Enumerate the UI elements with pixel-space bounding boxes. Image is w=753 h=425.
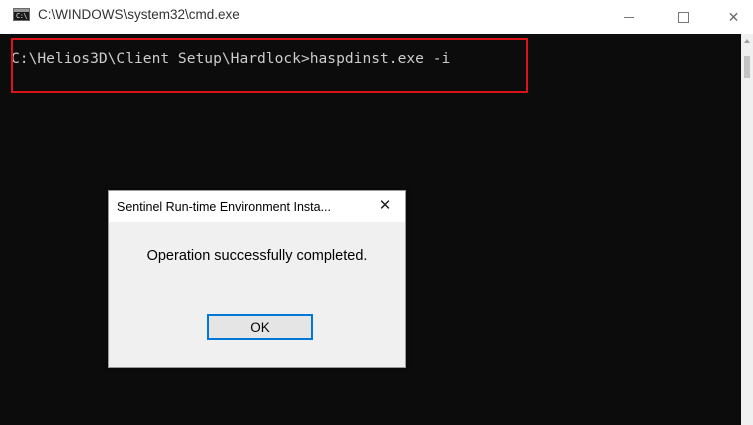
dialog-message: Operation successfully completed. xyxy=(146,248,368,264)
scroll-thumb[interactable] xyxy=(744,56,750,78)
command-highlight-box xyxy=(11,38,528,93)
minimize-button[interactable] xyxy=(606,0,652,34)
close-icon: ✕ xyxy=(727,8,740,25)
close-button[interactable]: ✕ xyxy=(714,0,753,34)
dialog-titlebar: Sentinel Run-time Environment Insta... ✕ xyxy=(109,191,405,222)
maximize-icon xyxy=(677,11,689,23)
vertical-scrollbar[interactable] xyxy=(741,34,753,425)
installer-dialog: Sentinel Run-time Environment Insta... ✕… xyxy=(108,190,406,368)
dialog-title: Sentinel Run-time Environment Insta... xyxy=(117,200,331,214)
scroll-up-arrow-icon[interactable] xyxy=(744,39,750,43)
ok-button[interactable]: OK xyxy=(207,314,313,340)
cmd-icon: C:\ xyxy=(13,8,30,21)
dialog-close-button[interactable]: ✕ xyxy=(375,196,395,216)
window-titlebar: C:\ C:\WINDOWS\system32\cmd.exe ✕ xyxy=(0,0,753,34)
window-title: C:\WINDOWS\system32\cmd.exe xyxy=(38,7,240,22)
close-icon: ✕ xyxy=(378,197,392,214)
maximize-button[interactable] xyxy=(660,0,706,34)
minimize-icon xyxy=(624,16,634,18)
